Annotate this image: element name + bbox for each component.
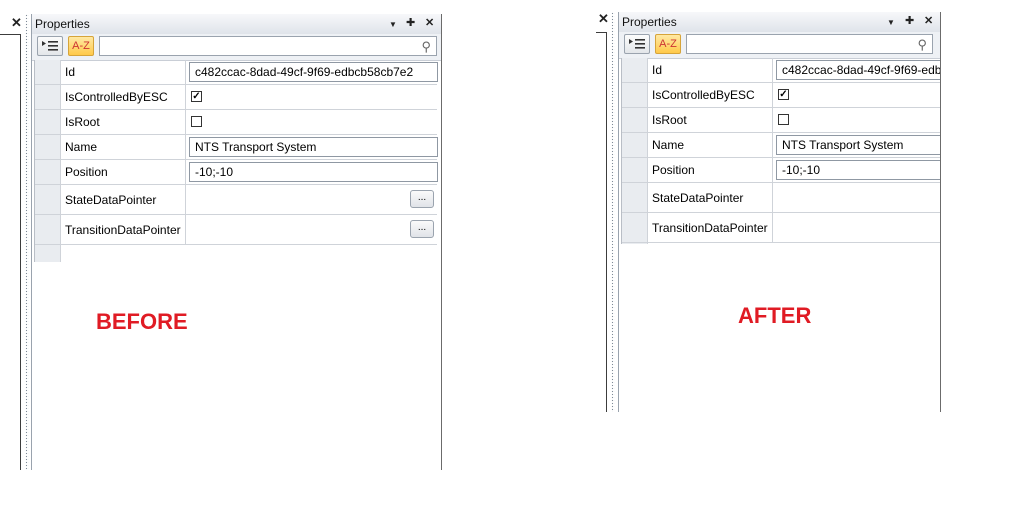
row-id: Id c482ccac-8dad-49cf-9f69-edbcb58cb7e2: [622, 58, 940, 83]
prop-name: Position: [61, 160, 186, 184]
pin-icon[interactable]: ✚: [905, 14, 914, 28]
row-statedatapointer: StateDataPointer ...: [35, 185, 437, 215]
row-transitiondatapointer: TransitionDataPointer: [622, 213, 940, 243]
isroot-checkbox[interactable]: [778, 114, 789, 125]
prop-name: Position: [648, 158, 773, 182]
search-box[interactable]: ⚲: [686, 34, 933, 54]
panel-toolbar: A-Z ⚲: [619, 32, 940, 59]
id-value-field[interactable]: c482ccac-8dad-49cf-9f69-edbcb58cb7e2: [189, 62, 438, 82]
row-id: Id c482ccac-8dad-49cf-9f69-edbcb58cb7e2: [35, 60, 438, 85]
before-caption: BEFORE: [96, 309, 188, 334]
prop-name: StateDataPointer: [648, 183, 773, 212]
row-name: Name NTS Transport System: [35, 135, 438, 160]
isroot-checkbox[interactable]: [191, 116, 202, 127]
position-value-field[interactable]: -10;-10: [189, 162, 438, 182]
after-properties-panel: Properties ▼ ✚ ✕ A-Z ⚲ Id c482ccac-8dad-…: [618, 12, 941, 412]
prop-name: Name: [61, 135, 186, 159]
statedatapointer-browse-button[interactable]: ...: [410, 190, 434, 208]
row-statedatapointer: StateDataPointer: [622, 183, 940, 213]
row-iscontrolledbyesc: IsControlledByESC ✓: [35, 85, 437, 110]
search-icon: ⚲: [421, 39, 431, 54]
close-icon[interactable]: ✕: [924, 14, 933, 28]
prop-name: Id: [61, 60, 186, 84]
panel-titlebar: Properties ▼ ✚ ✕: [619, 12, 940, 33]
prop-name: Name: [648, 133, 773, 157]
row-position: Position -10;-10: [35, 160, 438, 185]
prop-name: Id: [648, 58, 773, 82]
categorized-button[interactable]: [37, 36, 63, 56]
row-name: Name NTS Transport System: [622, 133, 940, 158]
id-value-field[interactable]: c482ccac-8dad-49cf-9f69-edbcb58cb7e2: [776, 60, 940, 80]
panel-title: Properties: [35, 17, 90, 31]
before-properties-panel: Properties ▼ ✚ ✕ A-Z ⚲ Id c482ccac-8dad-…: [31, 14, 442, 470]
iscontrolledbyesc-checkbox[interactable]: ✓: [778, 89, 789, 100]
search-box[interactable]: ⚲: [99, 36, 437, 56]
row-position: Position -10;-10: [622, 158, 940, 183]
iscontrolledbyesc-checkbox[interactable]: ✓: [191, 91, 202, 102]
panel-titlebar: Properties ▼ ✚ ✕: [32, 14, 441, 35]
az-sort-button[interactable]: A-Z: [655, 34, 681, 54]
before-left-topline: [0, 34, 20, 35]
prop-name: IsRoot: [648, 108, 773, 132]
dropdown-icon[interactable]: ▼: [389, 18, 397, 32]
after-caption: AFTER: [738, 303, 812, 328]
before-splitter[interactable]: [25, 14, 29, 470]
before-left-edge: [0, 12, 20, 470]
categorized-list-icon: [629, 39, 645, 49]
dropdown-icon[interactable]: ▼: [887, 16, 895, 30]
after-left-border: [606, 32, 607, 412]
pin-icon[interactable]: ✚: [406, 16, 415, 30]
before-left-border: [20, 34, 21, 470]
prop-name: IsControlledByESC: [648, 83, 773, 107]
close-icon[interactable]: ✕: [425, 16, 434, 30]
row-isroot: IsRoot: [622, 108, 940, 133]
after-left-topline: [596, 32, 607, 33]
prop-name: IsRoot: [61, 110, 186, 134]
categorized-button[interactable]: [624, 34, 650, 54]
panel-title: Properties: [622, 15, 677, 29]
prop-name: TransitionDataPointer: [61, 215, 186, 244]
row-transitiondatapointer: TransitionDataPointer ...: [35, 215, 437, 245]
search-icon: ⚲: [917, 37, 927, 52]
prop-name: TransitionDataPointer: [648, 213, 773, 242]
position-value-field[interactable]: -10;-10: [776, 160, 940, 180]
row-iscontrolledbyesc: IsControlledByESC ✓: [622, 83, 940, 108]
property-grid: Id c482ccac-8dad-49cf-9f69-edbcb58cb7e2 …: [34, 60, 438, 262]
panel-toolbar: A-Z ⚲: [32, 34, 441, 61]
name-value-field[interactable]: NTS Transport System: [189, 137, 438, 157]
az-sort-button[interactable]: A-Z: [68, 36, 94, 56]
row-isroot: IsRoot: [35, 110, 437, 135]
after-splitter[interactable]: [611, 12, 615, 412]
prop-name: IsControlledByESC: [61, 85, 186, 109]
property-grid: Id c482ccac-8dad-49cf-9f69-edbcb58cb7e2 …: [621, 58, 940, 244]
transitiondatapointer-browse-button[interactable]: ...: [410, 220, 434, 238]
after-left-close-icon[interactable]: ✕: [598, 12, 609, 26]
before-left-close-icon[interactable]: ✕: [11, 16, 22, 30]
categorized-list-icon: [42, 41, 58, 51]
name-value-field[interactable]: NTS Transport System: [776, 135, 940, 155]
prop-name: StateDataPointer: [61, 185, 186, 214]
